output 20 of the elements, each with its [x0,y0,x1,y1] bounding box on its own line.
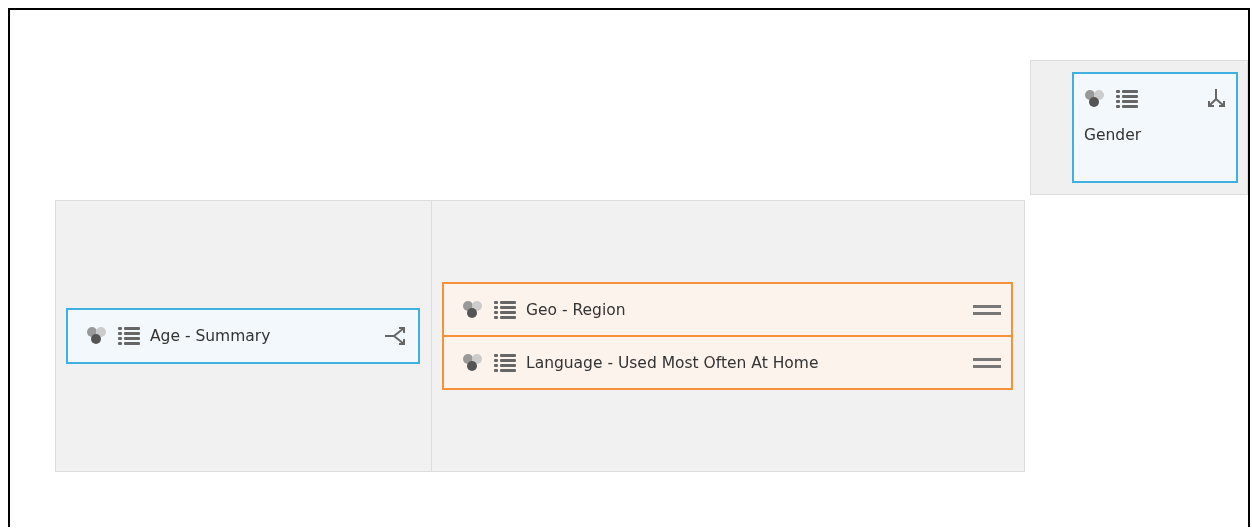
field-label: Age - Summary [150,327,272,345]
list-icon [494,299,516,320]
field-chip[interactable]: Gender [1072,72,1238,183]
field-label: Language - Used Most Often At Home [526,353,820,372]
split-arrows-icon[interactable] [1206,88,1228,110]
list-icon [118,326,140,346]
circles-icon [1084,89,1106,109]
field-chip[interactable]: Age - Summary [66,308,420,364]
field-label: Gender [1084,126,1143,146]
field-label: Geo - Region [526,300,627,319]
list-icon [1116,89,1138,109]
circles-icon [462,299,484,320]
drag-handle-icon[interactable] [973,303,1001,316]
drag-handle-icon[interactable] [973,356,1001,369]
field-chip[interactable]: Language - Used Most Often At Home [442,337,1013,390]
circles-icon [86,326,108,346]
branch-arrows-icon[interactable] [384,325,408,347]
list-icon [494,352,516,373]
field-chip[interactable]: Geo - Region [442,282,1013,337]
circles-icon [462,352,484,373]
